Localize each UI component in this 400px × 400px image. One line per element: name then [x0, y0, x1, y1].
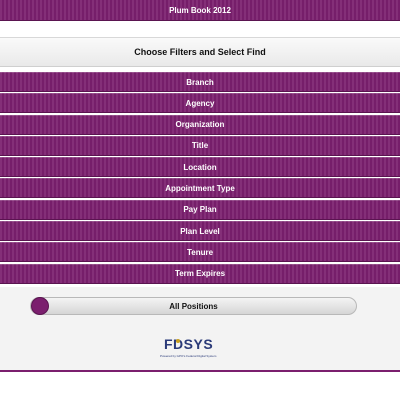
- filter-item-label: Branch: [186, 77, 214, 87]
- all-positions-toggle[interactable]: All Positions: [30, 297, 357, 315]
- filter-item-pay-plan[interactable]: Pay Plan: [0, 199, 400, 220]
- toggle-label: All Positions: [169, 301, 218, 311]
- filter-item-label: Term Expires: [174, 269, 226, 279]
- fdsys-logo: FDSYS Powered by GPO's Federal Digital S…: [160, 336, 250, 362]
- filter-header: Choose Filters and Select Find: [0, 37, 400, 67]
- filter-item-plan-level[interactable]: Plan Level: [0, 221, 400, 242]
- filter-item-label: Agency: [185, 98, 215, 108]
- filter-item-label: Title: [191, 141, 209, 151]
- logo-wordmark: FDSYS: [160, 336, 250, 354]
- logo-tagline: Powered by GPO's Federal Digital System: [160, 354, 217, 358]
- filter-item-label: Tenure: [186, 247, 214, 257]
- filter-header-text: Choose Filters and Select Find: [134, 47, 266, 57]
- app-title-bar: Plum Book 2012: [0, 0, 400, 21]
- filter-item-label: Appointment Type: [165, 183, 235, 193]
- filter-item-organization[interactable]: Organization: [0, 114, 400, 135]
- filter-item-title[interactable]: Title: [0, 135, 400, 156]
- bottom-spacer: [0, 372, 400, 400]
- filter-item-label: Organization: [175, 120, 225, 130]
- toggle-knob[interactable]: [31, 297, 49, 315]
- filter-item-label: Plan Level: [180, 226, 220, 236]
- logo-icon: FDSYS: [164, 336, 213, 352]
- spacer: [0, 21, 400, 37]
- filter-item-tenure[interactable]: Tenure: [0, 242, 400, 263]
- filter-item-location[interactable]: Location: [0, 157, 400, 178]
- logo-name: FDSYS: [164, 336, 213, 352]
- filter-item-term-expires[interactable]: Term Expires: [0, 263, 400, 284]
- filter-item-label: Location: [183, 162, 217, 172]
- filter-item-agency[interactable]: Agency: [0, 93, 400, 114]
- app-title: Plum Book 2012: [169, 5, 231, 15]
- filter-item-label: Pay Plan: [183, 205, 217, 215]
- filter-menu: Branch Agency Organization Title Locatio…: [0, 72, 400, 285]
- filter-item-appointment-type[interactable]: Appointment Type: [0, 178, 400, 199]
- filter-item-branch[interactable]: Branch: [0, 72, 400, 92]
